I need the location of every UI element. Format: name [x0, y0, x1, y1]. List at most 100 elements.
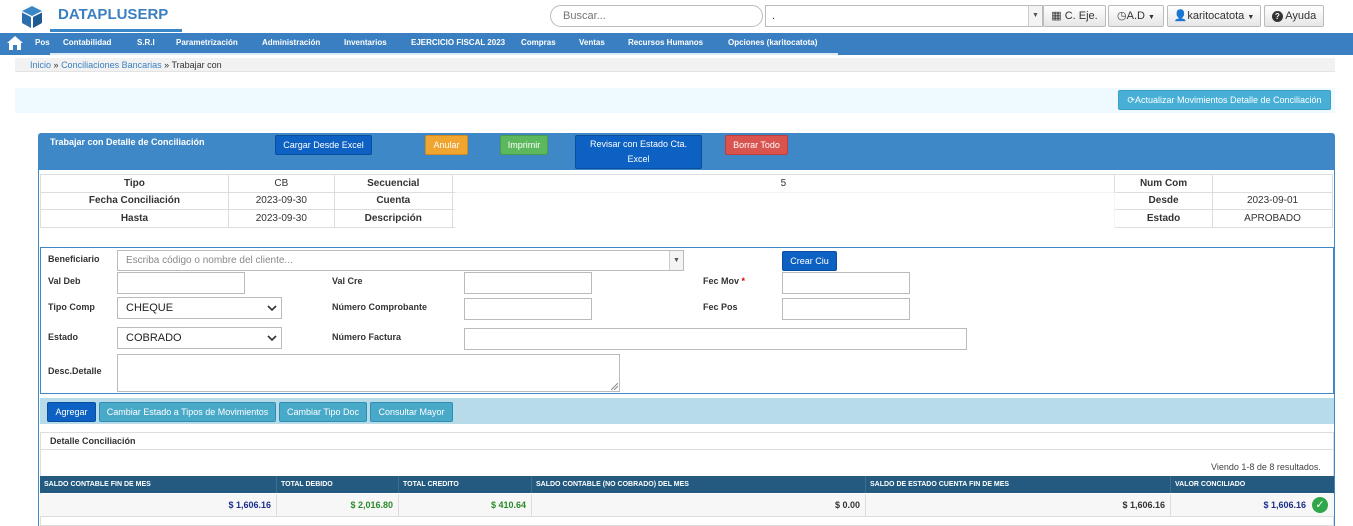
tipo-value: CB — [227, 174, 335, 193]
results-summary: Viendo 1-8 de 8 resultados. — [1211, 462, 1321, 472]
menu-compras[interactable]: Compras — [521, 33, 556, 55]
user-icon: 👤 — [1173, 10, 1188, 22]
descdet-textarea[interactable] — [117, 354, 620, 392]
numfact-label: Número Factura — [332, 332, 402, 342]
fecmov-label-text: Fec Mov — [703, 276, 740, 286]
hasta-value: 2023-09-30 — [227, 209, 335, 228]
valcre-input[interactable] — [464, 272, 592, 294]
beneficiario-select[interactable]: Escriba código o nombre del cliente... ▼ — [117, 250, 684, 271]
breadcrumb-section[interactable]: Conciliaciones Bancarias — [61, 60, 162, 70]
tipocomp-value: CHEQUE — [126, 302, 174, 314]
summary-header-cell: SALDO CONTABLE (NO COBRADO) DEL MES — [532, 476, 866, 493]
breadcrumb-sep: » — [164, 60, 170, 70]
cube-logo-icon — [22, 6, 42, 28]
anular-button[interactable]: Anular — [425, 135, 468, 155]
cambiar-estado-button[interactable]: Cambiar Estado a Tipos de Movimientos — [99, 402, 276, 422]
menu-sri[interactable]: S.R.I — [137, 33, 155, 55]
menu-ventas[interactable]: Ventas — [579, 33, 605, 55]
ad-button[interactable]: ◷A.D ▼ — [1108, 5, 1164, 27]
brand-name[interactable]: DATAPLUSERP — [50, 0, 182, 32]
caret-down-icon: ▼ — [1247, 14, 1255, 21]
breadcrumb: Inicio » Conciliaciones Bancarias » Trab… — [15, 58, 1335, 72]
desde-label: Desde — [1114, 191, 1214, 210]
borrar-todo-button[interactable]: Borrar Todo — [725, 135, 788, 155]
menu-recursos-humanos[interactable]: Recursos Humanos — [628, 33, 703, 55]
tipocomp-select[interactable]: CHEQUE — [117, 297, 282, 319]
total-debido-value: $ 2,016.80 — [277, 494, 399, 516]
menu-contabilidad[interactable]: Contabilidad — [63, 33, 111, 55]
tipocomp-label: Tipo Comp — [48, 302, 95, 312]
agregar-button[interactable]: Agregar — [47, 402, 96, 422]
estado-form-label: Estado — [48, 332, 79, 342]
estado-label: Estado — [1114, 209, 1214, 228]
menu-pos[interactable]: Pos — [35, 33, 50, 55]
menu-inventarios[interactable]: Inventarios — [344, 33, 387, 55]
descdet-label: Desc.Detalle — [48, 366, 102, 376]
saldo-contable-value: $ 1,606.16 — [40, 494, 277, 516]
summary-header-cell: TOTAL CREDITO — [399, 476, 532, 493]
revisar-estado-button[interactable]: Revisar con Estado Cta. Excel — [575, 135, 702, 169]
clock-icon: ◷ — [1117, 10, 1127, 22]
valcre-label: Val Cre — [332, 276, 363, 286]
cuenta-label: Cuenta — [333, 191, 453, 210]
ceje-button[interactable]: ▦ C. Eje. — [1043, 5, 1106, 27]
fecpos-input[interactable] — [782, 298, 910, 320]
summary-header-cell: VALOR CONCILIADO — [1175, 481, 1246, 488]
divider — [40, 449, 1334, 450]
actualizar-movimientos-button[interactable]: ⟳Actualizar Movimientos Detalle de Conci… — [1118, 90, 1331, 110]
help-button[interactable]: ? Ayuda — [1264, 5, 1324, 27]
question-circle-icon: ? — [1271, 11, 1283, 22]
summary-header-cell: SALDO DE ESTADO CUENTA FIN DE MES — [866, 476, 1171, 493]
menu-parametrizacion[interactable]: Parametrización — [176, 33, 238, 55]
numcomp-label: Número Comprobante — [332, 302, 428, 312]
menu-opciones[interactable]: Opciones (karitocatota) — [728, 33, 817, 55]
saldo-no-cobrado-value: $ 0.00 — [532, 494, 866, 516]
home-icon[interactable] — [7, 36, 23, 50]
redacted-area — [455, 192, 1115, 244]
calendar-icon: ▦ — [1051, 10, 1062, 22]
user-menu-button[interactable]: 👤karitocatota ▼ — [1167, 5, 1261, 27]
cargar-excel-button[interactable]: Cargar Desde Excel — [275, 135, 372, 155]
imprimir-button[interactable]: Imprimir — [500, 135, 548, 155]
fecha-conciliacion-value: 2023-09-30 — [227, 191, 335, 210]
main-menu: Pos Contabilidad S.R.I Parametrización A… — [0, 33, 1353, 55]
revisar-label-2: Excel — [627, 154, 650, 164]
estado-select[interactable]: COBRADO — [117, 327, 282, 349]
menu-administracion[interactable]: Administración — [262, 33, 320, 55]
numcomp-input[interactable] — [464, 298, 592, 320]
company-select[interactable]: . ▼ — [765, 5, 1043, 27]
detalle-title: Detalle Conciliación — [50, 436, 136, 446]
numcom-label: Num Com — [1114, 174, 1214, 193]
valor-conciliado-value: $ 1,606.16 — [1171, 494, 1334, 516]
cambiar-tipo-doc-button[interactable]: Cambiar Tipo Doc — [279, 402, 367, 422]
crear-ciu-button[interactable]: Crear Ciu — [782, 251, 837, 271]
fecmov-label: Fec Mov * — [703, 276, 745, 286]
saldo-estado-cuenta-value: $ 1,606.16 — [866, 494, 1171, 516]
panel-title: Trabajar con Detalle de Conciliación — [50, 137, 205, 147]
menu-ejercicio-fiscal[interactable]: EJERCICIO FISCAL 2023 — [411, 33, 505, 55]
chevron-down-icon: ▼ — [669, 251, 683, 270]
check-circle-icon: ✓ — [1312, 497, 1328, 513]
info-row: Tipo CB Secuencial 5 Num Com — [40, 174, 1333, 193]
actualizar-label: Actualizar Movimientos Detalle de Concil… — [1134, 95, 1322, 105]
divider — [40, 516, 1334, 517]
ad-label: A.D — [1126, 10, 1145, 22]
valdeb-input[interactable] — [117, 272, 245, 294]
desde-value: 2023-09-01 — [1212, 191, 1333, 210]
consultar-mayor-button[interactable]: Consultar Mayor — [370, 402, 453, 422]
caret-down-icon: ▼ — [1148, 14, 1155, 21]
valdeb-label: Val Deb — [48, 276, 81, 286]
fecmov-input[interactable] — [782, 272, 910, 294]
numcom-value — [1212, 174, 1333, 193]
breadcrumb-home[interactable]: Inicio — [30, 60, 51, 70]
search-input[interactable] — [550, 5, 763, 27]
fecpos-label: Fec Pos — [703, 302, 738, 312]
menu-divider — [50, 53, 838, 55]
chevron-down-icon — [267, 335, 277, 342]
beneficiario-label: Beneficiario — [48, 254, 100, 264]
descripcion-label: Descripción — [333, 209, 453, 228]
resize-handle-icon[interactable] — [611, 383, 618, 390]
tipo-label: Tipo — [40, 174, 229, 193]
numfact-input[interactable] — [464, 328, 967, 350]
secuencial-label: Secuencial — [333, 174, 453, 193]
